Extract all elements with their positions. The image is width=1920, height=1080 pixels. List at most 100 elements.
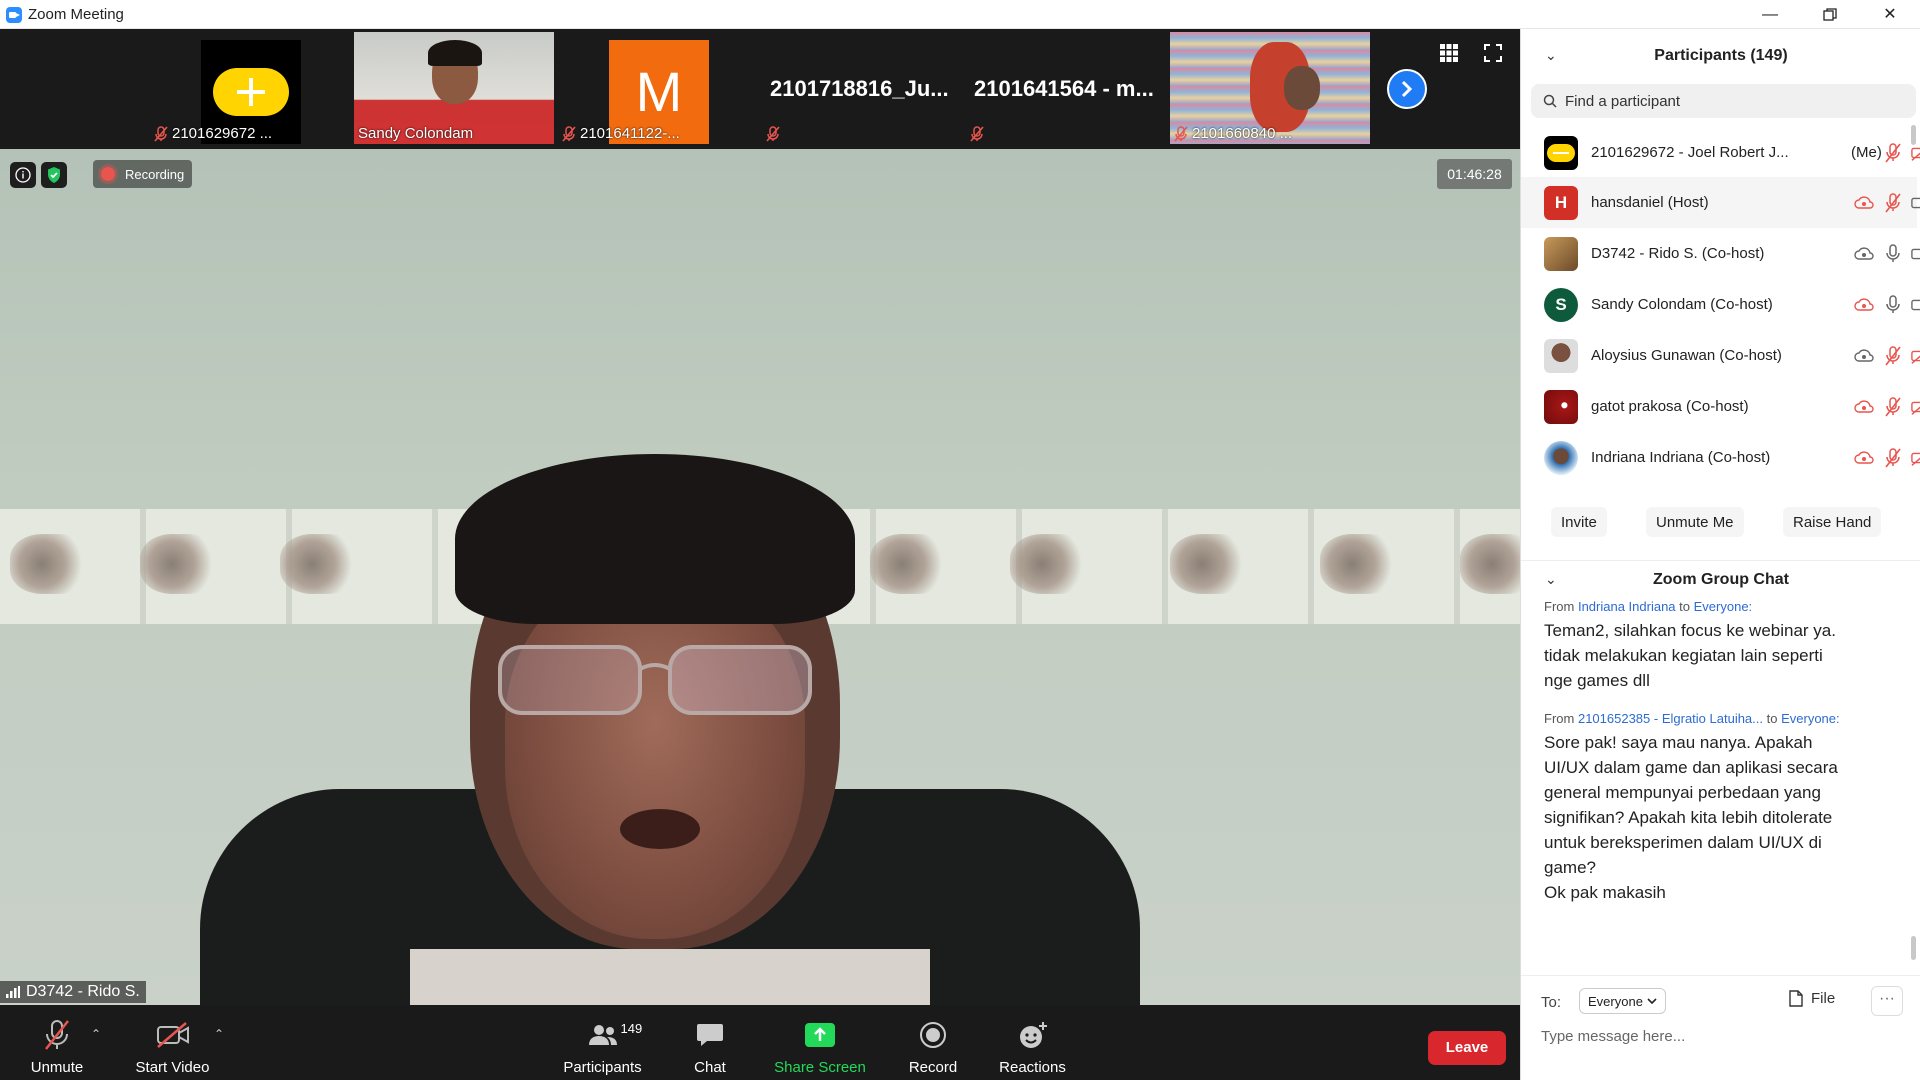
next-page-button[interactable] (1387, 69, 1427, 109)
participant-row[interactable]: D3742 - Rido S. (Co-host) (1521, 228, 1920, 279)
thumb-name: Sandy Colondam (358, 125, 474, 142)
search-icon (1543, 94, 1557, 108)
unmute-button[interactable]: Unmute (22, 1005, 92, 1080)
video-off-icon (1911, 143, 1920, 163)
chevron-right-icon (1401, 80, 1413, 98)
glasses (498, 645, 812, 715)
reactions-icon (1019, 1022, 1047, 1048)
meeting-timer: 01:46:28 (1437, 159, 1512, 189)
grid-icon (1440, 44, 1458, 62)
recording-status-icon (1854, 244, 1874, 264)
info-icon (15, 167, 31, 183)
muted-mic-icon (1883, 192, 1903, 213)
title-bar: Zoom Meeting — ✕ (0, 0, 1920, 29)
recording-status-icon (1854, 193, 1874, 213)
video-off-icon (1911, 448, 1920, 468)
participants-button[interactable]: 149 Participants (555, 1005, 650, 1080)
participant-thumb[interactable]: M 2101641122-... (558, 32, 758, 144)
participant-row[interactable]: gatot prakosa (Co-host) (1521, 381, 1920, 432)
restore-button[interactable] (1800, 0, 1860, 29)
gallery-view-button[interactable] (1440, 44, 1458, 67)
share-screen-button[interactable]: Share Screen (770, 1005, 870, 1080)
chat-messages: From Indriana Indriana to Everyone: Tema… (1521, 599, 1920, 959)
participant-name: D3742 - Rido S. (Co-host) (1591, 245, 1765, 262)
fullscreen-button[interactable] (1484, 44, 1502, 67)
recording-status-icon (1854, 448, 1874, 468)
participant-thumb[interactable]: 2101641564 - m... (966, 32, 1166, 144)
video-on-icon (1911, 193, 1920, 213)
video-off-icon (156, 1022, 189, 1048)
chat-bubble-icon (697, 1024, 723, 1046)
restore-icon (1823, 8, 1837, 21)
participants-title: Participants (149) (1654, 47, 1788, 64)
sender-name[interactable]: Indriana Indriana (1578, 599, 1676, 614)
participant-name: gatot prakosa (Co-host) (1591, 398, 1749, 415)
video-on-icon (1911, 295, 1920, 315)
recording-status-icon (1854, 397, 1874, 417)
video-off-icon (1911, 346, 1920, 366)
video-options-caret[interactable]: ⌃ (214, 1027, 224, 1041)
muted-mic-icon (970, 126, 984, 142)
message-body: Sore pak! saya mau nanya. Apakah UI/UX d… (1544, 733, 1838, 902)
meeting-toolbar: Unmute ⌃ Start Video ⌃ 149 Participants … (0, 1005, 1520, 1080)
recording-indicator[interactable]: Recording (93, 160, 193, 188)
muted-mic-icon (1883, 396, 1903, 417)
participant-row[interactable]: Aloysius Gunawan (Co-host) (1521, 330, 1920, 381)
thumb-name: 2101641122-... (562, 125, 680, 142)
recipient-select[interactable]: Everyone (1579, 988, 1666, 1014)
participant-thumb[interactable]: 2101629672 ... (150, 32, 350, 144)
close-window-button[interactable]: ✕ (1860, 0, 1920, 29)
participant-search-input[interactable] (1565, 92, 1895, 110)
speaker-face (505, 579, 805, 939)
record-button[interactable]: Record (898, 1005, 968, 1080)
file-button[interactable]: File (1789, 990, 1835, 1007)
participant-row[interactable]: H hansdaniel (Host) (1521, 177, 1920, 228)
reactions-button[interactable]: Reactions (990, 1005, 1075, 1080)
participant-thumb[interactable]: Sandy Colondam (354, 32, 554, 144)
thumb-name (970, 126, 984, 142)
chat-message-input[interactable] (1541, 1028, 1901, 1045)
invite-button[interactable]: Invite (1551, 507, 1607, 537)
muted-mic-icon (1174, 125, 1188, 142)
zoom-app-icon (6, 7, 22, 23)
signal-strength-icon (6, 986, 20, 998)
meeting-info-button[interactable] (10, 162, 36, 188)
chat-scrollbar[interactable] (1911, 936, 1916, 960)
fullscreen-icon (1484, 44, 1502, 62)
me-label: (Me) (1851, 144, 1882, 161)
share-screen-icon (805, 1023, 835, 1047)
start-video-button[interactable]: Start Video (130, 1005, 215, 1080)
participant-search[interactable] (1531, 84, 1916, 118)
file-icon (1789, 990, 1803, 1007)
leave-button[interactable]: Leave (1428, 1031, 1506, 1065)
participant-name-tile: 2101718816_Ju... (770, 76, 949, 101)
avatar: H (1544, 185, 1578, 220)
avatar (1544, 236, 1578, 271)
sender-name[interactable]: 2101652385 - Elgratio Latuiha... (1578, 711, 1763, 726)
participant-thumb[interactable]: 2101660840 ... (1170, 32, 1370, 144)
chat-message: From Indriana Indriana to Everyone: Tema… (1544, 599, 1904, 693)
participant-row[interactable]: S Sandy Colondam (Co-host) (1521, 279, 1920, 330)
participant-row[interactable]: Indriana Indriana (Co-host) (1521, 432, 1920, 483)
chat-header: ⌄ Zoom Group Chat (1521, 560, 1920, 592)
to-label: To: (1541, 994, 1562, 1011)
participant-row[interactable]: 2101629672 - Joel Robert J... (Me) (1521, 127, 1920, 178)
participants-scrollbar[interactable] (1911, 125, 1916, 145)
encryption-button[interactable] (41, 162, 67, 188)
chat-composer: To: Everyone File ··· (1521, 975, 1920, 1080)
raise-hand-button[interactable]: Raise Hand (1783, 507, 1882, 537)
unmute-me-button[interactable]: Unmute Me (1646, 507, 1744, 537)
recording-status-icon (1854, 295, 1874, 315)
chat-button[interactable]: Chat (680, 1005, 740, 1080)
minimize-button[interactable]: — (1740, 0, 1800, 29)
chat-title: Zoom Group Chat (1653, 571, 1789, 588)
participant-name: Sandy Colondam (Co-host) (1591, 296, 1773, 313)
recipient-name: Everyone: (1693, 599, 1753, 614)
more-options-button[interactable]: ··· (1871, 986, 1903, 1016)
avatar: S (1544, 287, 1578, 322)
participant-thumb[interactable]: 2101718816_Ju... (762, 32, 962, 144)
audio-options-caret[interactable]: ⌃ (91, 1027, 101, 1041)
side-panel: ⌄ Participants (149) 2101629672 - Joel R… (1520, 29, 1920, 1080)
participant-name-tile: 2101641564 - m... (974, 76, 1154, 101)
participant-name: 2101629672 - Joel Robert J... (1591, 144, 1789, 161)
